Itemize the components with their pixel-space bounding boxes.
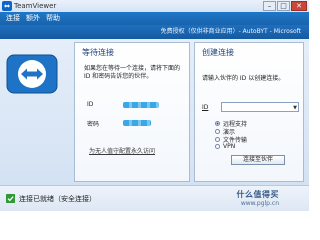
partner-id-label: ID [202,104,209,111]
connection-status-text: 连接已就绪（安全连接） [19,195,96,203]
window-title: TeamViewer [14,2,57,10]
panel-title: 创建连接 [202,48,234,57]
minimize-button[interactable]: – [263,1,276,11]
password-label: 密码 [87,121,100,128]
wait-connection-panel: 等待连接 如果您在等待一个连接，请将下面的 ID 和密码告诉您的伙伴。 ID 密… [74,42,190,182]
unattended-access-link[interactable]: 为无人值守配置永久访问 [89,146,155,155]
id-label: ID [87,101,94,108]
window-controls: – □ ✕ [263,1,307,11]
license-text: 免费授权（仅供非商业应用）- AutoBYT - Microsoft [160,28,301,35]
watermark-brand: 什么值得买 [236,190,279,199]
license-banner: 免费授权（仅供非商业应用）- AutoBYT - Microsoft [0,25,309,39]
menu-item-extras[interactable]: 额外 [26,13,40,24]
main-area: 等待连接 如果您在等待一个连接，请将下面的 ID 和密码告诉您的伙伴。 ID 密… [0,39,309,185]
chevron-down-icon[interactable]: ▼ [293,105,297,111]
menu-item-help[interactable]: 帮助 [46,13,60,24]
menu-item-connect[interactable]: 连接 [6,13,20,24]
watermark-url: www.pglp.cn [240,200,279,207]
teamviewer-icon [2,1,12,11]
partner-id-input[interactable]: ▼ [221,102,299,112]
panel-title: 等待连接 [82,48,114,57]
my-id-value [123,102,159,108]
password-value [123,120,151,126]
create-connection-panel: 创建连接 请输入伙伴的 ID 以创建连接。 ID ▼ 远程支持 演示 文件传输 … [194,42,304,182]
radio-selected-icon[interactable] [215,121,220,126]
close-button[interactable]: ✕ [291,1,307,11]
maximize-button[interactable]: □ [277,1,290,11]
status-bar: 连接已就绪（安全连接） 什么值得买 www.pglp.cn [0,185,309,211]
connect-to-partner-button[interactable]: 连接至伙伴 [231,155,285,165]
radio-icon[interactable] [215,137,220,142]
radio-icon[interactable] [215,144,220,149]
option-vpn[interactable]: VPN [215,143,235,150]
check-icon [6,194,15,203]
wait-description: 如果您在等待一个连接，请将下面的 ID 和密码告诉您的伙伴。 [84,65,181,80]
title-bar: TeamViewer – □ ✕ [0,0,309,12]
radio-icon[interactable] [215,129,220,134]
menu-bar: 连接 额外 帮助 [0,12,309,25]
option-label: VPN [223,143,236,150]
teamviewer-arrows-icon [6,54,58,94]
instruction-text: 请输入伙伴的 ID 以创建连接。 [202,75,285,82]
